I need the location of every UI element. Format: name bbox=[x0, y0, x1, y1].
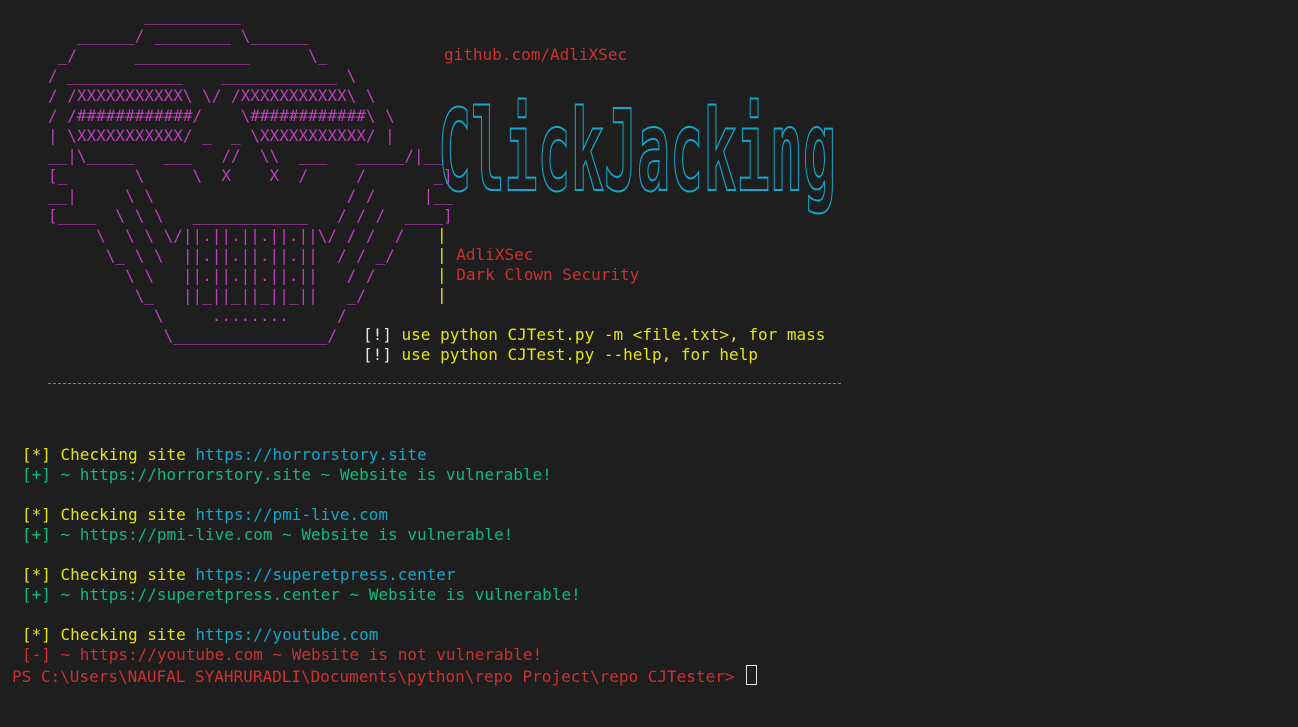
check-prefix: [*] bbox=[22, 445, 51, 464]
ascii-skull-art: __________ ______/ ________ \______ _/ _… bbox=[48, 6, 453, 345]
result-prefix: [-] bbox=[22, 645, 51, 664]
usage-text: use python CJTest.py -m <file.txt>, for … bbox=[391, 325, 826, 344]
check-label: Checking site bbox=[50, 445, 196, 464]
credits-bar: | bbox=[437, 225, 447, 244]
check-url: https://horrorstory.site bbox=[195, 445, 427, 464]
banner-divider bbox=[48, 383, 841, 384]
result-text: ~ https://pmi-live.com ~ Website is vuln… bbox=[50, 525, 514, 544]
check-url: https://superetpress.center bbox=[195, 565, 456, 584]
check-label: Checking site bbox=[50, 565, 196, 584]
usage-hints: [!] use python CJTest.py -m <file.txt>, … bbox=[363, 325, 825, 365]
result-prefix: [+] bbox=[22, 465, 51, 484]
github-link: github.com/AdliXSec bbox=[444, 45, 628, 64]
check-label: Checking site bbox=[50, 505, 196, 524]
credits-bar: | bbox=[437, 285, 447, 304]
check-prefix: [*] bbox=[22, 565, 51, 584]
check-prefix: [*] bbox=[22, 505, 51, 524]
terminal-prompt[interactable]: PS C:\Users\NAUFAL SYAHRURADLI\Documents… bbox=[12, 665, 758, 687]
usage-prefix: [!] bbox=[363, 345, 392, 364]
credits-bar: | bbox=[437, 245, 447, 264]
result-text: ~ https://youtube.com ~ Website is not v… bbox=[50, 645, 543, 664]
result-prefix: [+] bbox=[22, 525, 51, 544]
result-text: ~ https://horrorstory.site ~ Website is … bbox=[50, 465, 552, 484]
usage-text: use python CJTest.py --help, for help bbox=[391, 345, 758, 364]
check-url: https://pmi-live.com bbox=[195, 505, 389, 524]
result-prefix: [+] bbox=[22, 585, 51, 604]
scan-results: [*] Checking site https://horrorstory.si… bbox=[22, 445, 581, 665]
clickjacking-logo: ClickJacking bbox=[438, 92, 837, 218]
credits-bar: | bbox=[437, 265, 447, 284]
logo-text: ClickJacking bbox=[438, 92, 836, 217]
check-prefix: [*] bbox=[22, 625, 51, 644]
check-label: Checking site bbox=[50, 625, 196, 644]
org-name: Dark Clown Security bbox=[456, 265, 640, 284]
result-text: ~ https://superetpress.center ~ Website … bbox=[50, 585, 581, 604]
author-name: AdliXSec bbox=[456, 245, 534, 264]
check-url: https://youtube.com bbox=[195, 625, 379, 644]
credits-block: | | AdliXSec | Dark Clown Security | bbox=[437, 225, 639, 305]
usage-prefix: [!] bbox=[363, 325, 392, 344]
text-cursor[interactable] bbox=[746, 665, 758, 685]
prompt-path: PS C:\Users\NAUFAL SYAHRURADLI\Documents… bbox=[12, 667, 745, 686]
